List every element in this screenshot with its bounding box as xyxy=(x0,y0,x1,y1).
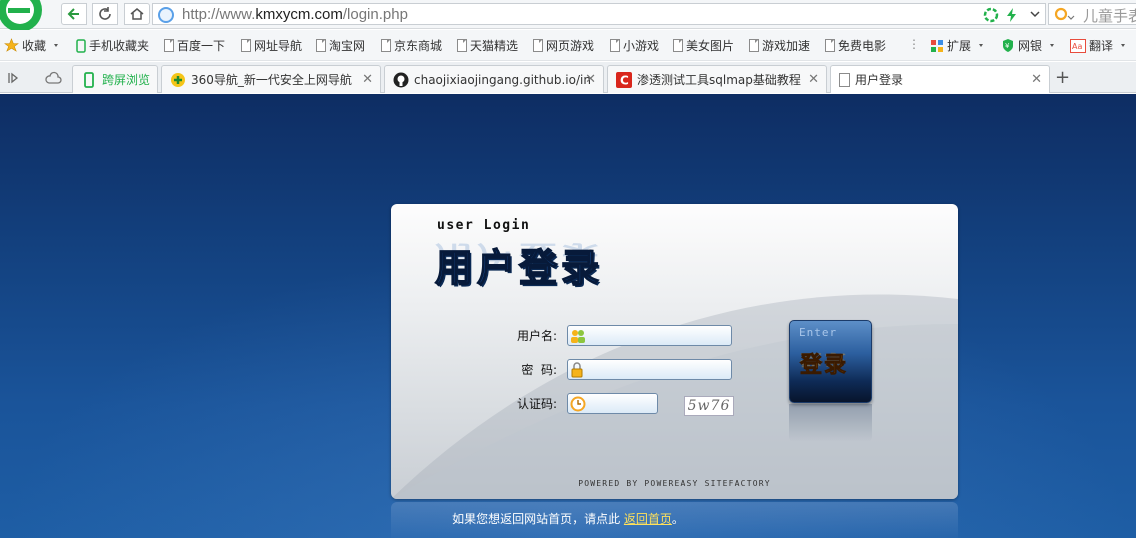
url-text[interactable]: http://www.kmxycm.com/login.php xyxy=(182,6,408,23)
bookmark-item[interactable]: 免费电影 xyxy=(825,37,886,54)
bookmark-item[interactable]: 小游戏 xyxy=(610,37,659,54)
login-button-label: 登录 xyxy=(800,353,849,379)
password-field[interactable] xyxy=(567,359,732,380)
reload-icon xyxy=(99,7,111,20)
page-icon xyxy=(673,39,683,52)
reload-button[interactable] xyxy=(92,3,118,25)
return-home-link[interactable]: 返回首页 xyxy=(624,512,672,526)
page-icon xyxy=(610,39,620,52)
chevron-down-icon xyxy=(1029,11,1040,18)
bookmark-item[interactable]: 淘宝网 xyxy=(316,37,365,54)
login-button-shadow xyxy=(789,404,872,442)
close-icon[interactable]: ✕ xyxy=(362,72,373,87)
bookmarks-bar: 收藏 手机收藏夹 百度一下 网址导航 淘宝网 京东商城 天猫精选 网页游戏 小游… xyxy=(0,30,1136,61)
globe-icon xyxy=(158,7,174,23)
close-icon[interactable]: ✕ xyxy=(1031,72,1042,87)
username-row: 用户名: xyxy=(499,325,732,346)
tab-github[interactable]: chaojixiaojingang.github.io/in ✕ xyxy=(384,65,604,93)
caret-down-icon xyxy=(979,43,984,47)
page-icon xyxy=(457,39,467,52)
home-icon xyxy=(130,8,144,20)
password-label: 密 码: xyxy=(521,363,557,377)
login-button[interactable]: Enter 登录 登录 xyxy=(789,320,872,403)
verification-code-field[interactable] xyxy=(567,393,658,414)
360-icon xyxy=(171,72,185,87)
new-tab-button[interactable]: + xyxy=(1055,67,1070,88)
home-button[interactable] xyxy=(124,3,150,25)
url-dropdown-button[interactable] xyxy=(1024,3,1046,25)
captcha-image[interactable]: 5w76 xyxy=(684,396,734,416)
page-icon xyxy=(241,39,251,52)
translate-menu[interactable]: Aa 翻译 xyxy=(1070,37,1130,54)
caret-down-icon xyxy=(1121,43,1126,47)
bookmark-item[interactable]: 京东商城 xyxy=(381,37,442,54)
clock-icon xyxy=(570,396,586,412)
footer-note: 如果您想返回网站首页，请点此 返回首页。 xyxy=(452,512,684,526)
lock-icon xyxy=(571,362,583,378)
back-button[interactable] xyxy=(61,3,87,25)
page-icon xyxy=(825,39,835,52)
search-placeholder: 儿童手表 xyxy=(1083,7,1136,25)
star-icon xyxy=(4,38,19,52)
search-input[interactable]: 儿童手表 xyxy=(1048,3,1136,25)
page-icon xyxy=(316,39,326,52)
tab-360-nav[interactable]: 360导航_新一代安全上网导航 ✕ xyxy=(161,65,381,93)
close-icon[interactable]: ✕ xyxy=(808,72,819,87)
page-content: user Login 用户登录 用户登录 用户名: 密 码: 认证码: 5w76 xyxy=(0,94,1136,538)
phone-icon xyxy=(76,38,86,53)
login-panel: user Login 用户登录 用户登录 用户名: 密 码: 认证码: 5w76 xyxy=(391,204,958,499)
search-icon xyxy=(1054,7,1075,21)
username-label: 用户名: xyxy=(516,329,557,343)
verification-code-row: 认证码: xyxy=(499,393,658,414)
page-icon xyxy=(164,39,174,52)
bookmark-item[interactable]: 天猫精选 xyxy=(457,37,518,54)
bookmark-item[interactable]: 网址导航 xyxy=(241,37,302,54)
url-input[interactable]: http://www.kmxycm.com/login.php xyxy=(152,3,1026,25)
login-subtitle: user Login xyxy=(437,218,531,233)
bookmark-mobile[interactable]: 手机收藏夹 xyxy=(76,37,149,54)
tab-bar: 跨屏浏览 360导航_新一代安全上网导航 ✕ chaojixiaojingang… xyxy=(0,62,1136,93)
phone-icon xyxy=(84,71,94,88)
svg-text:C: C xyxy=(620,73,629,87)
bookmark-item[interactable]: 游戏加速 xyxy=(749,37,810,54)
page-icon xyxy=(381,39,391,52)
online-banking-menu[interactable]: ¥ 网银 xyxy=(1001,37,1059,54)
csdn-icon: C xyxy=(616,71,632,88)
bookmark-item[interactable]: 网页游戏 xyxy=(533,37,594,54)
svg-text:¥: ¥ xyxy=(1005,42,1010,50)
sidebar-toggle-icon[interactable] xyxy=(6,71,20,85)
arrow-left-icon xyxy=(67,8,79,20)
github-icon xyxy=(393,72,409,87)
login-title: 用户登录 xyxy=(434,245,604,291)
grid-icon xyxy=(931,39,943,52)
bookmark-item[interactable]: 美女图片 xyxy=(673,37,734,54)
verification-code-label: 认证码: xyxy=(516,397,557,411)
shield-icon: ¥ xyxy=(1003,39,1013,52)
users-icon xyxy=(571,330,585,343)
password-row: 密 码: xyxy=(499,359,732,380)
enter-text: Enter xyxy=(799,326,838,339)
extensions-menu[interactable]: 扩展 xyxy=(930,37,988,54)
page-icon xyxy=(533,39,543,52)
caret-down-icon xyxy=(54,43,59,47)
username-field[interactable] xyxy=(567,325,732,346)
close-icon[interactable]: ✕ xyxy=(585,72,596,87)
bookmark-item[interactable]: 百度一下 xyxy=(164,37,225,54)
caret-down-icon xyxy=(1050,43,1055,47)
address-bar: http://www.kmxycm.com/login.php 儿童手表 xyxy=(0,0,1136,30)
tab-sqlmap[interactable]: C 渗透测试工具sqlmap基础教程 ✕ xyxy=(607,65,827,93)
page-icon xyxy=(839,72,850,87)
security-shield-icon[interactable] xyxy=(983,7,999,23)
lightning-icon[interactable] xyxy=(1005,7,1019,23)
cloud-icon[interactable] xyxy=(44,71,62,85)
tab-cross-screen[interactable]: 跨屏浏览 xyxy=(72,65,158,93)
tab-user-login[interactable]: 用户登录 ✕ xyxy=(830,65,1050,93)
translate-icon: Aa xyxy=(1070,38,1086,53)
powered-by-text: POWERED BY POWEREASY SITEFACTORY xyxy=(578,479,771,488)
svg-text:Aa: Aa xyxy=(1072,42,1082,51)
bookmark-favorites[interactable]: 收藏 xyxy=(4,37,63,54)
more-bookmarks-icon[interactable]: ⋮ xyxy=(908,37,920,51)
page-icon xyxy=(749,39,759,52)
browser-logo-icon[interactable] xyxy=(0,0,50,30)
